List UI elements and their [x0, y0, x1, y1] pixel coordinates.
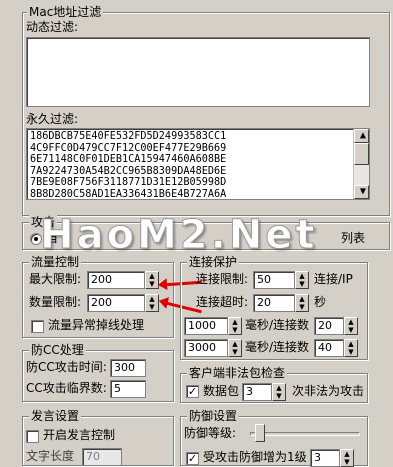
rule2-count-input[interactable]: 40	[314, 339, 344, 357]
max-limit-label: 最大限制:	[29, 272, 82, 286]
defense-attack-label: 受攻击防御增为1级	[203, 450, 307, 464]
permanent-list-scrollbar[interactable]: ▲ ▼	[353, 129, 369, 199]
watermark-logo: HaoM2.Net	[40, 212, 318, 259]
spin-down-icon[interactable]: ▼	[345, 326, 357, 334]
flow-abnormal-checkbox[interactable]	[31, 320, 44, 333]
flow-abnormal-label: 流量异常掉线处理	[48, 318, 145, 332]
cc-time-label: 防CC攻击时间:	[26, 360, 107, 374]
list-item[interactable]: 7BE9E08F756F3118771D31E12B05998D	[27, 177, 369, 189]
conn-timeout-label: 连接超时:	[196, 295, 249, 309]
scroll-down-icon[interactable]: ▼	[354, 185, 369, 199]
defense-attack-checkbox[interactable]: ✓	[186, 452, 199, 465]
defense-attack-spinner[interactable]: ▲ ▼	[340, 449, 354, 467]
list-item[interactable]: 4C9FFC0D479CC7F12C00EF477E29B669	[27, 143, 369, 155]
list-item[interactable]: 8B8D280C58AD1EA336431B6E4B727A6A	[27, 189, 369, 199]
rule2-ms-spinner[interactable]: ▲ ▼	[228, 339, 242, 357]
mac-filter-title: Mac地址过滤	[27, 5, 104, 19]
permanent-filter-list[interactable]: 186DBCB75E40FE532FD5D24993583CC1 4C9FFC0…	[26, 128, 370, 200]
speech-title: 发言设置	[29, 409, 82, 423]
attack-option-2-label: 列表	[341, 231, 366, 245]
rule1-ms-spinner[interactable]: ▲ ▼	[228, 317, 242, 335]
rule1-ms-input[interactable]: 1000	[184, 317, 228, 335]
count-limit-spinner[interactable]: ▲ ▼	[145, 294, 159, 312]
spin-down-icon[interactable]: ▼	[345, 348, 357, 356]
speech-enable-checkbox[interactable]	[26, 430, 39, 443]
spin-down-icon[interactable]: ▼	[296, 280, 308, 288]
spin-up-icon[interactable]: ▲	[146, 272, 158, 280]
rule2-label: 毫秒/连接数	[245, 340, 310, 354]
list-item[interactable]: 6E71148C0F01DEB1CA15947460A608BE	[27, 154, 369, 166]
defense-level-label: 防御等级:	[184, 426, 237, 440]
dynamic-filter-textarea[interactable]	[26, 37, 370, 107]
spin-up-icon[interactable]: ▲	[229, 340, 241, 348]
packet-check-suffix: 次非法为攻击	[292, 384, 365, 398]
spin-down-icon[interactable]: ▼	[273, 392, 285, 400]
permanent-filter-label: 永久过滤:	[26, 112, 79, 126]
spin-up-icon[interactable]: ▲	[341, 450, 353, 458]
scroll-up-icon[interactable]: ▲	[354, 129, 369, 143]
cc-threshold-input[interactable]: 5	[110, 380, 146, 398]
conn-timeout-unit: 秒	[314, 295, 327, 309]
spin-down-icon[interactable]: ▼	[146, 303, 158, 311]
count-limit-label: 数量限制:	[29, 295, 82, 309]
flow-control-title: 流量控制	[29, 255, 82, 269]
spin-down-icon[interactable]: ▼	[146, 280, 158, 288]
slider-track	[250, 432, 360, 436]
defense-attack-input[interactable]: 3	[310, 449, 340, 467]
spin-down-icon[interactable]: ▼	[229, 326, 241, 334]
cc-threshold-label: CC攻击临界数:	[26, 381, 107, 395]
packet-check-input[interactable]: 3	[242, 383, 272, 401]
conn-limit-spinner[interactable]: ▲ ▼	[295, 271, 309, 289]
spin-up-icon[interactable]: ▲	[296, 295, 308, 303]
rule1-count-spinner[interactable]: ▲ ▼	[344, 317, 358, 335]
count-limit-input[interactable]: 200	[87, 294, 145, 312]
rule2-ms-input[interactable]: 3000	[184, 339, 228, 357]
client-check-title: 客户端非法包检查	[187, 366, 288, 380]
defense-level-slider[interactable]	[246, 424, 364, 444]
scroll-thumb[interactable]	[354, 143, 369, 165]
list-item[interactable]: 7A9224730A54B2CC965B8309DA48ED6E	[27, 166, 369, 178]
speech-length-label: 文字长度	[26, 449, 75, 463]
rule1-label: 毫秒/连接数	[245, 318, 310, 332]
spin-down-icon[interactable]: ▼	[296, 303, 308, 311]
spin-up-icon[interactable]: ▲	[229, 318, 241, 326]
defense-title: 防御设置	[187, 409, 240, 423]
spin-up-icon[interactable]: ▲	[146, 295, 158, 303]
rule1-count-input[interactable]: 20	[314, 317, 344, 335]
spin-up-icon[interactable]: ▲	[345, 340, 357, 348]
slider-thumb[interactable]	[255, 424, 265, 442]
conn-timeout-spinner[interactable]: ▲ ▼	[295, 294, 309, 312]
anti-cc-title: 防CC处理	[29, 343, 86, 357]
conn-timeout-input[interactable]: 20	[253, 294, 295, 312]
dynamic-filter-label: 动态过滤:	[26, 20, 79, 34]
spin-up-icon[interactable]: ▲	[296, 272, 308, 280]
conn-protect-title: 连接保护	[187, 255, 240, 269]
packet-check-spinner[interactable]: ▲ ▼	[272, 383, 286, 401]
conn-limit-unit: 连接/IP	[314, 272, 353, 286]
spin-up-icon[interactable]: ▲	[345, 318, 357, 326]
spin-down-icon[interactable]: ▼	[229, 348, 241, 356]
conn-limit-label: 连接限制:	[196, 272, 249, 286]
spin-up-icon[interactable]: ▲	[273, 384, 285, 392]
conn-limit-input[interactable]: 50	[253, 271, 295, 289]
packet-check-checkbox[interactable]: ✓	[186, 385, 199, 398]
speech-enable-label: 开启发言控制	[43, 428, 116, 442]
rule2-count-spinner[interactable]: ▲ ▼	[344, 339, 358, 357]
speech-length-input[interactable]: 70	[82, 448, 122, 466]
spin-down-icon[interactable]: ▼	[341, 458, 353, 466]
packet-check-label: 数据包	[203, 384, 240, 398]
max-limit-input[interactable]: 200	[87, 271, 145, 289]
list-item[interactable]: 186DBCB75E40FE532FD5D24993583CC1	[27, 131, 369, 143]
cc-time-input[interactable]: 300	[110, 359, 146, 377]
